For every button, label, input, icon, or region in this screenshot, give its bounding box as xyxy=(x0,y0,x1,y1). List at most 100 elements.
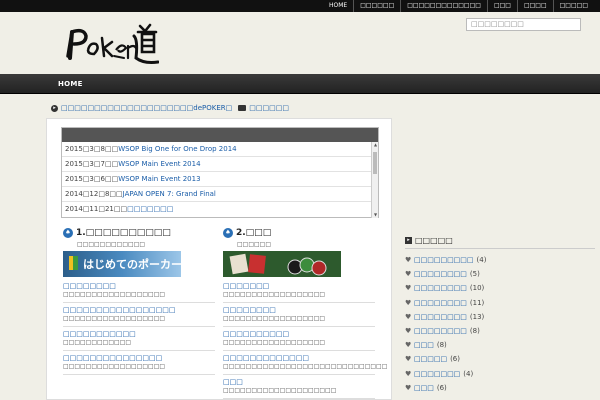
item-desc: □□□□□□□□□□□□□□□□□□□□□□□□□□□□□ xyxy=(223,363,388,370)
list-item: □□□□□□□□ □□□□□□□□□□□□□□□□□□ xyxy=(63,279,215,303)
section-subtitle: □□□□□□ xyxy=(237,241,272,248)
news-row: 2014□11□21□□□□□□□□□ xyxy=(62,202,372,217)
list-item: □□□□□□□ □□□□□□□□□□□□□□□□□□ xyxy=(223,279,375,303)
item-desc: □□□□□□□□□□□□□□□□□□ xyxy=(63,315,166,322)
top-nav-item[interactable]: □□□□□ xyxy=(552,0,594,12)
news-title[interactable]: WSOP Main Event 2013 xyxy=(118,175,200,183)
news-row: 2014□12□8□□JAPAN OPEN 7: Grand Final xyxy=(62,187,372,202)
category-count: (13) xyxy=(469,312,485,321)
heart-icon: ♥ xyxy=(405,270,412,279)
site-logo[interactable] xyxy=(64,22,159,68)
category-item: ♥ □□□ (8) xyxy=(405,338,595,352)
top-nav: HOME □□□□□□ □□□□□□□□□□□□□ □□□ □□□□ □□□□□ xyxy=(323,0,594,12)
heart-icon: ♥ xyxy=(405,355,412,364)
news-title[interactable]: JAPAN OPEN 7: Grand Final xyxy=(123,190,216,198)
heart-icon: ♥ xyxy=(405,298,412,307)
category-item: ♥ □□□□□□□□ (11) xyxy=(405,296,595,310)
category-item: ♥ □□□ (6) xyxy=(405,381,595,395)
category-item: ♥ □□□□□□□ (4) xyxy=(405,367,595,381)
item-title[interactable]: □□□□□□□ xyxy=(223,281,375,291)
main-panel: 2015□3□8□□WSOP Big One for One Drop 2014… xyxy=(46,118,392,400)
item-title[interactable]: □□□□□□□□ xyxy=(223,305,375,315)
heart-icon: ♥ xyxy=(405,383,412,392)
category-item: ♥ □□□□□□□□□ (4) xyxy=(405,253,595,267)
item-desc: □□□□□□□□□□□□□□□□□□ xyxy=(223,315,326,322)
news-scrollbar[interactable]: ▲ ▼ xyxy=(371,142,378,218)
item-title[interactable]: □□□□□□□□□□□□□□□ xyxy=(63,353,215,363)
top-nav-item[interactable]: □□□□ xyxy=(516,0,553,12)
news-title[interactable]: WSOP Big One for One Drop 2014 xyxy=(118,145,236,153)
item-title[interactable]: □□□□□□□□□□□□□□□□□ xyxy=(63,305,215,315)
heart-icon: ♥ xyxy=(405,341,412,350)
scroll-down-icon[interactable]: ▼ xyxy=(372,212,379,218)
category-link[interactable]: □□□□□□□□ xyxy=(414,270,467,278)
item-title[interactable]: □□□□□□□□ xyxy=(63,281,215,291)
category-link[interactable]: □□□ xyxy=(414,341,434,349)
category-count: (10) xyxy=(469,284,485,293)
category-sidebar: ▸ □□□□□ ♥ □□□□□□□□□ (4) ♥ □□□□□□□□ (5) ♥ □□□□□… xyxy=(405,234,595,395)
news-row: 2015□3□6□□WSOP Main Event 2013 xyxy=(62,172,372,187)
heart-icon: ♥ xyxy=(405,284,412,293)
category-link[interactable]: □□□□□□□□ xyxy=(414,299,467,307)
item-title[interactable]: □□□□□□□□□□□ xyxy=(63,329,215,339)
category-link[interactable]: □□□□□□□□ xyxy=(414,284,467,292)
scroll-up-icon[interactable]: ▲ xyxy=(372,142,379,148)
item-title[interactable]: □□□□□□□□□□ xyxy=(223,329,375,339)
section-beginner: ♠ 1.□□□□□□□□□□ □□□□□□□□□□□□ はじめてのポーカー □□□… xyxy=(63,227,215,375)
item-desc: □□□□□□□□□□□□□□□□□□ xyxy=(223,291,326,298)
list-item: □□□□□□□□□□□□□□□□□ □□□□□□□□□□□□□□□□□□ xyxy=(63,303,215,327)
news-row: 2015□3□8□□WSOP Big One for One Drop 2014 xyxy=(62,142,372,157)
search-input[interactable]: □□□□□□□□ xyxy=(466,18,581,31)
item-title[interactable]: □□□ xyxy=(223,377,375,387)
category-link[interactable]: □□□□□□□□ xyxy=(414,327,467,335)
top-nav-item[interactable]: □□□□□□ xyxy=(353,0,400,12)
heart-icon: ♥ xyxy=(405,369,412,378)
news-box: 2015□3□8□□WSOP Big One for One Drop 2014… xyxy=(61,127,379,218)
category-count: (6) xyxy=(436,383,447,392)
item-title[interactable]: □□□□□□□□□□□□□ xyxy=(223,353,375,363)
category-count: (6) xyxy=(450,355,460,364)
category-count: (4) xyxy=(463,369,474,378)
rules-banner[interactable] xyxy=(223,251,341,277)
category-link[interactable]: □□□□□□□□□ xyxy=(414,256,474,264)
category-item: ♥ □□□□□ (6) xyxy=(405,352,595,366)
category-count: (8) xyxy=(436,341,447,350)
list-item: □□□□□□□□ □□□□□□□□□□□□□□□□□□ xyxy=(223,303,375,327)
top-nav-item[interactable]: □□□ xyxy=(486,0,517,12)
news-date: 2015□3□6□□ xyxy=(65,175,119,183)
category-count: (5) xyxy=(469,270,480,279)
list-item: □□□□□□□□□□□□□□□□□□□□□□□ xyxy=(223,375,375,399)
news-header xyxy=(62,128,378,142)
news-date: 2014□12□8□□ xyxy=(65,190,123,198)
news-row: 2015□3□7□□WSOP Main Event 2014 xyxy=(62,157,372,172)
section-subtitle: □□□□□□□□□□□□ xyxy=(77,241,146,248)
item-desc: □□□□□□□□□□□□□□□□□□□□ xyxy=(223,387,337,394)
news-title[interactable]: □□□□□□□ xyxy=(127,205,173,213)
section-title: 1.□□□□□□□□□□ xyxy=(76,228,171,238)
item-desc: □□□□□□□□□□□□□□□□□□ xyxy=(63,291,166,298)
category-count: (8) xyxy=(469,327,480,336)
category-link[interactable]: □□□□□□□□ xyxy=(414,313,467,321)
item-desc: □□□□□□□□□□□□ xyxy=(63,339,132,346)
gallery-link[interactable]: □□□□□□ xyxy=(249,104,289,112)
news-title[interactable]: WSOP Main Event 2014 xyxy=(118,160,200,168)
nav-home[interactable]: HOME xyxy=(58,74,83,94)
top-bar: HOME □□□□□□ □□□□□□□□□□□□□ □□□ □□□□ □□□□□ xyxy=(0,0,600,12)
list-item: □□□□□□□□□□□□□ □□□□□□□□□□□□□□□□□□□□□□□□□□□… xyxy=(223,351,388,375)
category-link[interactable]: □□□ xyxy=(414,384,434,392)
news-date: 2015□3□8□□ xyxy=(65,145,119,153)
top-nav-item[interactable]: □□□□□□□□□□□□□ xyxy=(400,0,487,12)
heart-icon: ♥ xyxy=(405,256,412,265)
sidebar-heading: □□□□□ xyxy=(415,235,453,245)
spade-icon: ♠ xyxy=(223,228,233,238)
section-rules: ♠ 2.□□□ □□□□□□ □□□□□□□ □□□□□□□□□□□□□□□□□□ … xyxy=(223,227,388,399)
category-link[interactable]: □□□□□□□ xyxy=(414,370,460,378)
category-link[interactable]: □□□□□ xyxy=(414,355,447,363)
top-nav-home[interactable]: HOME xyxy=(323,0,353,12)
category-item: ♥ □□□□□□□□ (8) xyxy=(405,324,595,338)
breadcrumb-link[interactable]: □□□□□□□□□□□□□□□□□□□□dePOKER□ xyxy=(61,104,232,112)
category-item: ♥ □□□□□□□□ (13) xyxy=(405,310,595,324)
beginner-banner[interactable]: はじめてのポーカー xyxy=(63,251,182,277)
breadcrumb: ▸ □□□□□□□□□□□□□□□□□□□□dePOKER□ □□□□□□ xyxy=(51,102,289,114)
scrollbar-thumb[interactable] xyxy=(373,152,377,174)
